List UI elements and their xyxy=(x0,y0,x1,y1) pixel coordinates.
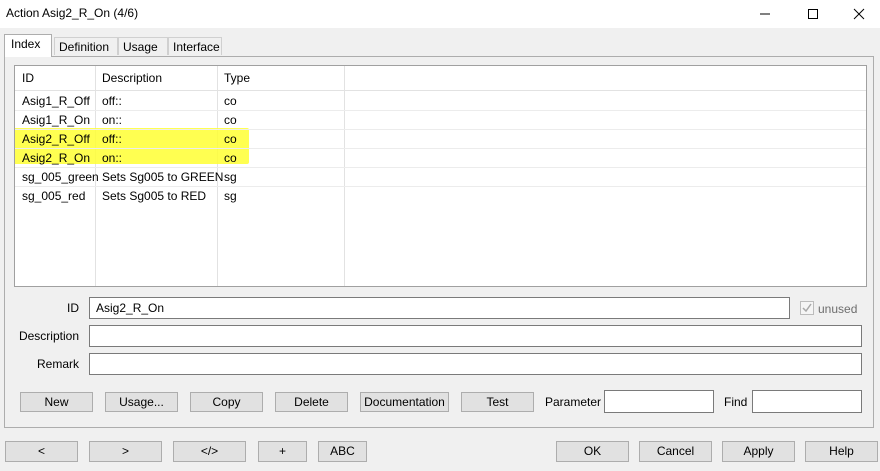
previous-button[interactable]: < xyxy=(5,441,78,462)
unused-checkbox[interactable] xyxy=(800,301,814,315)
documentation-button[interactable]: Documentation xyxy=(360,392,449,412)
id-label: ID xyxy=(67,301,79,315)
code-button[interactable]: </> xyxy=(173,441,246,462)
header-description[interactable]: Description xyxy=(102,71,162,85)
tab-usage[interactable]: Usage xyxy=(118,37,168,55)
abc-button[interactable]: ABC xyxy=(318,441,367,462)
tab-index[interactable]: Index xyxy=(4,34,52,57)
tab-definition[interactable]: Definition xyxy=(54,37,118,55)
table-header: ID Description Type xyxy=(15,66,866,91)
remark-label: Remark xyxy=(36,357,79,371)
help-button[interactable]: Help xyxy=(805,441,878,462)
description-field[interactable] xyxy=(89,325,862,347)
id-field[interactable]: Asig2_R_On xyxy=(89,297,790,319)
minimize-button[interactable] xyxy=(742,0,788,28)
table-row[interactable]: Asig1_R_Off off:: co xyxy=(15,91,866,111)
description-label: Description xyxy=(18,329,79,343)
cell-type: co xyxy=(224,151,237,165)
cell-description: off:: xyxy=(102,132,122,146)
title-bar: Action Asig2_R_On (4/6) xyxy=(0,0,880,28)
apply-button[interactable]: Apply xyxy=(722,441,795,462)
maximize-button[interactable] xyxy=(790,0,836,28)
next-button[interactable]: > xyxy=(89,441,162,462)
test-button[interactable]: Test xyxy=(461,392,534,412)
window-title: Action Asig2_R_On (4/6) xyxy=(6,6,139,20)
cell-id: sg_005_red xyxy=(22,189,86,203)
checkmark-icon xyxy=(802,303,812,313)
table-row[interactable]: sg_005_green Sets Sg005 to GREEN sg xyxy=(15,167,866,187)
find-label: Find xyxy=(724,395,748,409)
minimize-icon xyxy=(760,13,770,15)
cell-description: on:: xyxy=(102,151,123,165)
new-button[interactable]: New xyxy=(20,392,93,412)
cancel-button[interactable]: Cancel xyxy=(639,441,712,462)
cell-id: sg_005_green xyxy=(22,170,99,184)
ok-button[interactable]: OK xyxy=(556,441,629,462)
cell-description: off:: xyxy=(102,94,122,108)
find-field[interactable] xyxy=(752,390,862,413)
cell-type: co xyxy=(224,132,237,146)
cell-id: Asig1_R_On xyxy=(22,113,91,127)
delete-button[interactable]: Delete xyxy=(275,392,348,412)
maximize-icon xyxy=(808,9,818,19)
actions-table[interactable]: ID Description Type Asig1_R_Off off:: co… xyxy=(14,65,867,287)
plus-button[interactable]: + xyxy=(258,441,307,462)
cell-type: co xyxy=(224,94,237,108)
cell-id: Asig1_R_Off xyxy=(22,94,90,108)
close-button[interactable] xyxy=(836,0,880,28)
cell-id: Asig2_R_On xyxy=(22,151,91,165)
cell-type: sg xyxy=(224,170,237,184)
parameter-field[interactable] xyxy=(604,390,714,413)
table-row[interactable]: Asig1_R_On on:: co xyxy=(15,110,866,130)
tab-interface[interactable]: Interface xyxy=(168,37,222,55)
parameter-label: Parameter xyxy=(545,395,602,409)
close-icon xyxy=(853,8,865,20)
table-row[interactable]: Asig2_R_Off off:: co xyxy=(15,129,866,149)
cell-description: Sets Sg005 to RED xyxy=(102,189,207,203)
usage-button[interactable]: Usage... xyxy=(105,392,178,412)
header-id[interactable]: ID xyxy=(22,71,34,85)
remark-field[interactable] xyxy=(89,353,862,375)
table-row[interactable]: sg_005_red Sets Sg005 to RED sg xyxy=(15,186,866,205)
unused-label: unused xyxy=(818,302,858,316)
copy-button[interactable]: Copy xyxy=(190,392,263,412)
cell-id: Asig2_R_Off xyxy=(22,132,90,146)
header-type[interactable]: Type xyxy=(224,71,250,85)
cell-type: co xyxy=(224,113,237,127)
cell-type: sg xyxy=(224,189,237,203)
cell-description: Sets Sg005 to GREEN xyxy=(102,170,224,184)
table-row[interactable]: Asig2_R_On on:: co xyxy=(15,148,866,168)
cell-description: on:: xyxy=(102,113,123,127)
